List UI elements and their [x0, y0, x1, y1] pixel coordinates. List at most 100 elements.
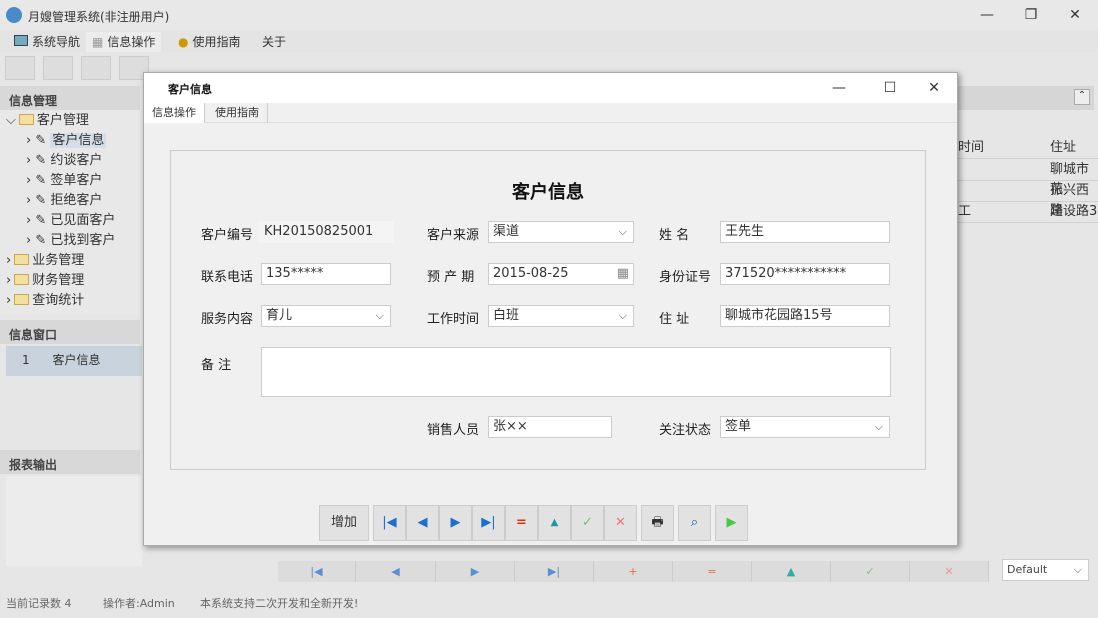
source-select[interactable]: 渠道	[488, 221, 634, 243]
form-heading: 客户信息	[171, 178, 925, 204]
dialog-close-button[interactable]: ✕	[919, 77, 949, 99]
name-field[interactable]: 王先生	[720, 221, 890, 243]
bottom-add-button[interactable]: +	[594, 561, 673, 582]
print-preview-icon[interactable]: ⌕	[678, 505, 711, 541]
monitor-icon	[14, 35, 28, 46]
menu-guide[interactable]: ●使用指南	[172, 32, 247, 52]
panel-info-window: 信息窗口	[0, 320, 140, 344]
restore-button[interactable]: ❐	[1016, 4, 1046, 26]
tree-label: 签单客户	[50, 173, 102, 188]
first-record-button[interactable]: |◀	[373, 505, 406, 541]
id-field: KH20150825001	[259, 221, 394, 243]
menu-about[interactable]: 关于	[256, 32, 292, 52]
service-select[interactable]: 育儿	[261, 305, 391, 327]
cell: 建设路3	[1050, 202, 1097, 222]
sales-label: 销售人员	[427, 419, 479, 438]
next-record-button[interactable]: ▶	[439, 505, 472, 541]
toolbar-document-button[interactable]	[81, 56, 111, 80]
tree-item-0[interactable]: › ✎ 客户信息	[26, 131, 106, 151]
toolbar-list-button[interactable]	[43, 56, 73, 80]
close-button[interactable]: ✕	[1060, 4, 1090, 26]
tree-label: 客户管理	[37, 113, 89, 128]
dialog-title: 客户信息	[168, 81, 212, 97]
default-select[interactable]: Default	[1002, 559, 1089, 581]
customer-dialog: 客户信息 — ☐ ✕ 信息操作 使用指南 客户信息 客户编号 KH2015082…	[143, 72, 958, 546]
addr-field[interactable]: 聊城市花园路15号	[720, 305, 890, 327]
follow-label: 关注状态	[659, 419, 711, 438]
cancel-button[interactable]: ✕	[604, 505, 637, 541]
service-label: 服务内容	[201, 308, 253, 327]
tab-guide[interactable]: 使用指南	[207, 103, 268, 123]
last-record-button[interactable]: ▶|	[472, 505, 505, 541]
dialog-maximize-button[interactable]: ☐	[875, 77, 905, 99]
tree-item-1[interactable]: › ✎ 约谈客户	[26, 151, 102, 171]
menu-label: 关于	[262, 35, 286, 49]
phone-label: 联系电话	[201, 266, 253, 285]
tree-item-2[interactable]: › ✎ 签单客户	[26, 171, 102, 191]
tree-item-5[interactable]: › ✎ 已找到客户	[26, 231, 115, 251]
follow-select[interactable]: 签单	[720, 416, 890, 438]
bottom-next-button[interactable]: ▶	[436, 561, 515, 582]
tree-root-business[interactable]: ›业务管理	[6, 251, 84, 271]
row-index: 1	[22, 353, 30, 367]
worktime-select[interactable]: 白班	[488, 305, 634, 327]
grid-row[interactable]: 聊城市花	[958, 160, 1098, 181]
idcard-field[interactable]: 371520***********	[720, 263, 890, 285]
panel-info-mgmt: 信息管理	[0, 86, 140, 110]
phone-field[interactable]: 135*****	[261, 263, 391, 285]
edit-button[interactable]: ▲	[538, 505, 571, 541]
minimize-button[interactable]: —	[972, 4, 1002, 26]
dialog-minimize-button[interactable]: —	[824, 77, 854, 99]
dialog-tabs: 信息操作 使用指南	[144, 103, 957, 123]
tree-label: 财务管理	[32, 273, 84, 288]
bottom-save-button[interactable]: ✓	[831, 561, 910, 582]
grid-row[interactable]: 振兴西路	[958, 181, 1098, 202]
grid-row[interactable]: 工建设路3	[958, 202, 1098, 223]
collapse-icon[interactable]: ⌃	[1074, 89, 1090, 105]
print-icon[interactable]: 🖶	[641, 505, 674, 541]
due-label: 预 产 期	[427, 266, 474, 285]
menu-info-ops[interactable]: ▦信息操作	[86, 32, 161, 52]
app-logo-icon	[6, 7, 22, 23]
tree-root-finance[interactable]: ›财务管理	[6, 271, 84, 291]
folder-icon	[14, 254, 29, 265]
bottom-prev-button[interactable]: ◀	[356, 561, 436, 582]
due-date-field[interactable]: 2015-08-25 ▦	[488, 263, 634, 285]
tree-label: 客户信息	[50, 133, 106, 148]
status-message: 本系统支持二次开发和全新开发!	[200, 595, 358, 611]
tree-item-3[interactable]: › ✎ 拒绝客户	[26, 191, 102, 211]
run-icon[interactable]: ▶	[715, 505, 748, 541]
sales-field[interactable]: 张××	[488, 416, 612, 438]
tree-item-4[interactable]: › ✎ 已见面客户	[26, 211, 115, 231]
operator: 操作者:Admin	[103, 595, 175, 611]
record-count: 当前记录数 4	[6, 595, 72, 611]
tree-root-customer[interactable]: ⌵客户管理	[6, 111, 89, 131]
due-value: 2015-08-25	[493, 266, 569, 281]
bottom-delete-button[interactable]: =	[673, 561, 752, 582]
delete-button[interactable]: =	[505, 505, 538, 541]
prev-record-button[interactable]: ◀	[406, 505, 439, 541]
folder-icon	[14, 294, 29, 305]
menu-label: 使用指南	[192, 35, 240, 49]
remark-field[interactable]	[261, 347, 891, 397]
bottom-edit-button[interactable]: ▲	[752, 561, 831, 582]
addr-label: 住 址	[659, 308, 689, 327]
tree-root-query[interactable]: ›查询统计	[6, 291, 84, 311]
row-label: 客户信息	[53, 353, 101, 367]
bottom-first-button[interactable]: |◀	[278, 561, 356, 582]
menu-bar: 系统导航 ▦信息操作 ●使用指南 关于	[0, 30, 1098, 52]
calendar-icon[interactable]: ▦	[617, 266, 629, 282]
grid-header: 时间住址	[958, 138, 1098, 159]
bottom-last-button[interactable]: ▶|	[515, 561, 594, 582]
bottom-cancel-button[interactable]: ✕	[910, 561, 989, 582]
add-button[interactable]: 增加	[319, 505, 369, 541]
menu-system-nav[interactable]: 系统导航	[8, 32, 86, 52]
folder-icon	[19, 114, 34, 125]
tree-label: 已见面客户	[50, 213, 115, 228]
grid-icon: ▦	[92, 35, 103, 49]
window-row[interactable]: 1 客户信息	[6, 346, 142, 376]
save-button[interactable]: ✓	[571, 505, 604, 541]
toolbar-search-button[interactable]	[5, 56, 35, 80]
tab-info-ops[interactable]: 信息操作	[144, 103, 205, 123]
worktime-label: 工作时间	[427, 308, 479, 327]
